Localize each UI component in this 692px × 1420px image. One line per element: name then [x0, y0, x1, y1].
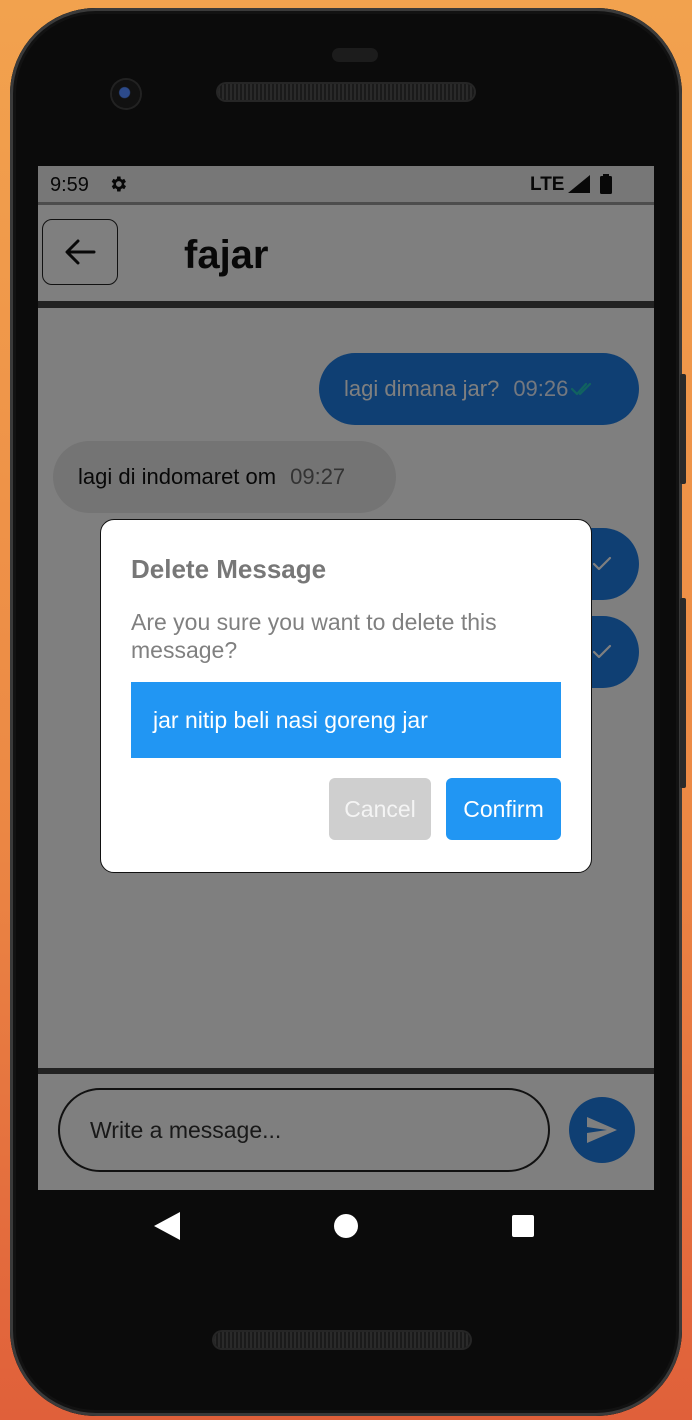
volume-button	[680, 374, 686, 484]
cancel-button[interactable]: Cancel	[329, 778, 431, 840]
front-camera	[112, 80, 140, 108]
bottom-speaker	[214, 1332, 470, 1348]
dialog-body: Are you sure you want to delete this mes…	[131, 609, 497, 663]
quoted-message: jar nitip beli nasi goreng jar	[131, 682, 561, 758]
power-button	[680, 598, 686, 788]
nav-back-icon[interactable]	[154, 1212, 180, 1240]
nav-recents-icon[interactable]	[512, 1215, 534, 1237]
top-slot	[332, 48, 378, 62]
confirm-button[interactable]: Confirm	[446, 778, 561, 840]
earpiece-speaker	[218, 84, 474, 100]
delete-message-dialog: Delete Message Are you sure you want to …	[100, 519, 592, 873]
nav-home-icon[interactable]	[334, 1214, 358, 1238]
device-screen: 9:59 LTE fajar lagi dimana jar? 09:26	[38, 166, 654, 1190]
dialog-title: Delete Message	[131, 554, 327, 584]
